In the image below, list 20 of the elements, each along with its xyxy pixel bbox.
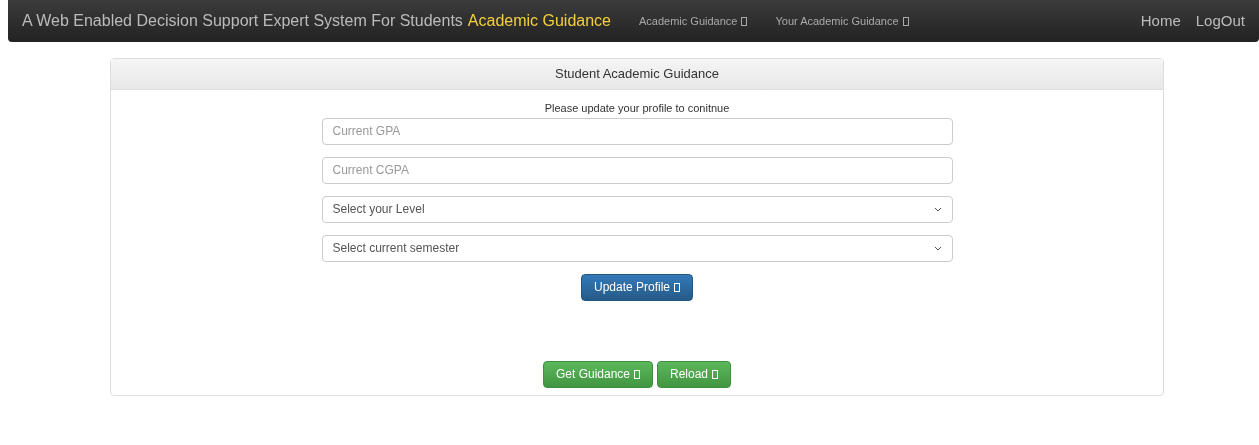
- brand-title[interactable]: A Web Enabled Decision Support Expert System For Students: [22, 9, 463, 33]
- text-field[interactable]: Current GPA: [321, 117, 953, 145]
- nav-link[interactable]: Home: [1140, 9, 1181, 33]
- chevron-down-icon: [933, 206, 942, 212]
- glyph-box-icon: [634, 370, 640, 380]
- nav-menu-link[interactable]: Academic Guidance: [639, 12, 748, 30]
- brand-highlight[interactable]: Academic Guidance: [467, 9, 611, 33]
- glyph-box-icon: [712, 370, 719, 380]
- chevron-down-icon: [933, 245, 942, 251]
- nav-menu-link[interactable]: Your Academic Guidance: [775, 12, 909, 30]
- glyph-box-icon: [741, 17, 748, 27]
- select-field[interactable]: Select current semester: [321, 234, 953, 262]
- nav-link[interactable]: LogOut: [1195, 9, 1245, 33]
- profile-message: Please update your profile to conitnue: [544, 101, 730, 116]
- update-profile-button[interactable]: Update Profile: [580, 273, 693, 301]
- glyph-box-icon: [902, 17, 909, 27]
- panel-heading: Student Academic Guidance: [111, 59, 1163, 90]
- glyph-box-icon: [674, 283, 680, 293]
- text-field[interactable]: Current CGPA: [321, 156, 953, 184]
- select-field[interactable]: Select your Level: [321, 195, 953, 223]
